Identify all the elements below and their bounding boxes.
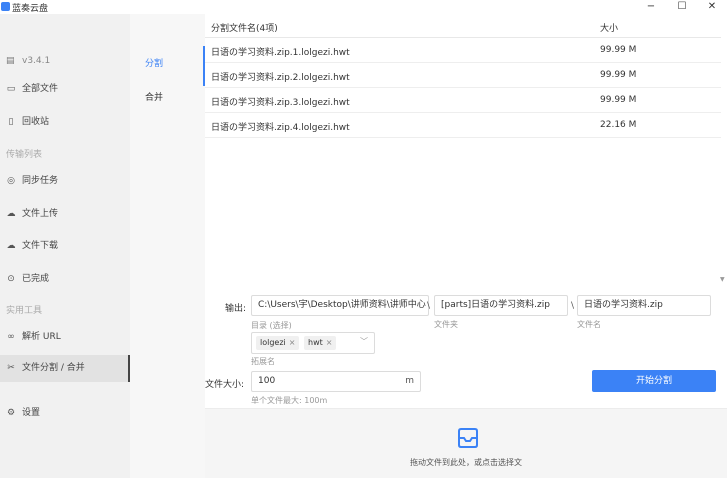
chevron-down-icon: ﹀	[360, 337, 368, 346]
row-file-size: 99.99 M	[600, 95, 637, 105]
app-title: 蓝奏云盘	[12, 4, 49, 14]
table-row[interactable]: 日语の学习资料.zip.2.lolgezi.hwt 99.99 M	[205, 63, 721, 88]
minimize-button[interactable]: −	[636, 0, 666, 14]
file-size-unit: m	[405, 376, 414, 386]
path-separator: \	[427, 301, 431, 311]
check-circle-icon: ⊙	[7, 274, 15, 284]
extension-tag: hwt ×	[304, 336, 337, 350]
version-icon: ▤	[6, 56, 15, 66]
main-panel: 分割文件名(4项) 大小 日语の学习资料.zip.1.lolgezi.hwt 9…	[205, 14, 727, 478]
app-logo-icon	[1, 2, 10, 11]
inbox-icon	[458, 428, 478, 448]
file-drop-zone[interactable]: 拖动文件到此处，或点击选择文	[205, 408, 727, 478]
close-button[interactable]: ✕	[697, 0, 727, 14]
row-file-name: 日语の学习资料.zip.2.lolgezi.hwt	[211, 73, 350, 83]
table-scrollbar[interactable]	[721, 14, 727, 286]
output-label: 输出:	[225, 304, 247, 314]
version-label: ▤ v3.4.1	[6, 56, 51, 66]
output-filename-input[interactable]: 日语の学习资料.zip	[577, 295, 711, 316]
extension-tag: lolgezi ×	[256, 336, 300, 350]
drop-zone-text: 拖动文件到此处，或点击选择文	[410, 458, 522, 467]
trash-icon: ▯	[8, 117, 14, 127]
sidebar-item-parse-url[interactable]: ∞ 解析 URL	[0, 325, 130, 349]
sidebar-item-file-split-merge[interactable]: ✂ 文件分割 / 合并	[0, 355, 130, 382]
cloud-upload-icon: ☁	[6, 209, 16, 219]
sidebar-item-recycle-bin[interactable]: ▯ 回收站	[0, 110, 130, 134]
row-file-name: 日语の学习资料.zip.4.lolgezi.hwt	[211, 123, 350, 133]
eye-icon: ◎	[7, 176, 15, 186]
tab-split[interactable]: 分割	[145, 56, 163, 69]
section-tools: 实用工具	[6, 306, 43, 316]
sidebar-item-file-upload[interactable]: ☁ 文件上传	[0, 202, 130, 226]
link-icon: ∞	[7, 332, 15, 342]
remove-tag-icon[interactable]: ×	[326, 338, 333, 347]
table-row[interactable]: 日语の学习资料.zip.3.lolgezi.hwt 99.99 M	[205, 88, 721, 113]
file-size-hint: 单个文件最大: 100m	[251, 396, 328, 405]
cloud-download-icon: ☁	[6, 241, 16, 251]
extension-select[interactable]: lolgezi × hwt × ﹀	[251, 332, 375, 354]
table-row[interactable]: 日语の学习资料.zip.4.lolgezi.hwt 22.16 M	[205, 113, 721, 138]
table-header: 分割文件名(4项) 大小	[205, 14, 721, 38]
filename-hint: 文件名	[577, 320, 601, 329]
row-file-size: 22.16 M	[600, 120, 637, 130]
extension-hint: 拓展名	[251, 357, 275, 366]
section-transfer-list: 传输列表	[6, 150, 43, 160]
sidebar-item-completed[interactable]: ⊙ 已完成	[0, 267, 130, 291]
maximize-button[interactable]: ☐	[667, 0, 697, 14]
remove-tag-icon[interactable]: ×	[289, 338, 296, 347]
column-header-name[interactable]: 分割文件名(4项)	[211, 21, 278, 34]
gear-icon: ⚙	[6, 408, 16, 418]
output-directory-input[interactable]: C:\Users\宇\Desktop\讲师资料\讲师中心	[251, 295, 429, 316]
directory-hint[interactable]: 目录 (选择)	[251, 320, 292, 331]
split-merge-subnav: 分割 合并	[130, 14, 205, 478]
row-file-size: 99.99 M	[600, 70, 637, 80]
tab-merge[interactable]: 合并	[145, 90, 163, 103]
row-file-size: 99.99 M	[600, 45, 637, 55]
file-size-label: 文件大小:	[205, 380, 245, 390]
sidebar-item-all-files[interactable]: ▭ 全部文件	[0, 77, 130, 101]
title-bar: 蓝奏云盘 − ☐ ✕	[0, 0, 727, 14]
sidebar-item-sync-tasks[interactable]: ◎ 同步任务	[0, 169, 130, 193]
sidebar: ▤ v3.4.1 ▭ 全部文件 ▯ 回收站 传输列表 ◎ 同步任务 ☁ 文件上传 ☁ 文件下…	[0, 14, 130, 478]
start-split-button[interactable]: 开始分割	[592, 370, 716, 392]
path-separator: \	[571, 301, 575, 311]
folder-hint: 文件夹	[434, 320, 458, 329]
folder-icon: ▭	[6, 84, 16, 94]
output-folder-input[interactable]: [parts]日语の学习资料.zip	[434, 295, 568, 316]
table-row[interactable]: 日语の学习资料.zip.1.lolgezi.hwt 99.99 M	[205, 38, 721, 63]
scissors-icon: ✂	[7, 363, 15, 373]
sidebar-item-settings[interactable]: ⚙ 设置	[0, 401, 130, 425]
file-size-input[interactable]: 100 m	[251, 371, 421, 392]
scroll-down-arrow-icon[interactable]: ▼	[720, 276, 725, 283]
row-file-name: 日语の学习资料.zip.1.lolgezi.hwt	[211, 48, 350, 58]
sidebar-item-file-download[interactable]: ☁ 文件下载	[0, 234, 130, 258]
column-header-size[interactable]: 大小	[600, 21, 618, 34]
row-file-name: 日语の学习资料.zip.3.lolgezi.hwt	[211, 98, 350, 108]
